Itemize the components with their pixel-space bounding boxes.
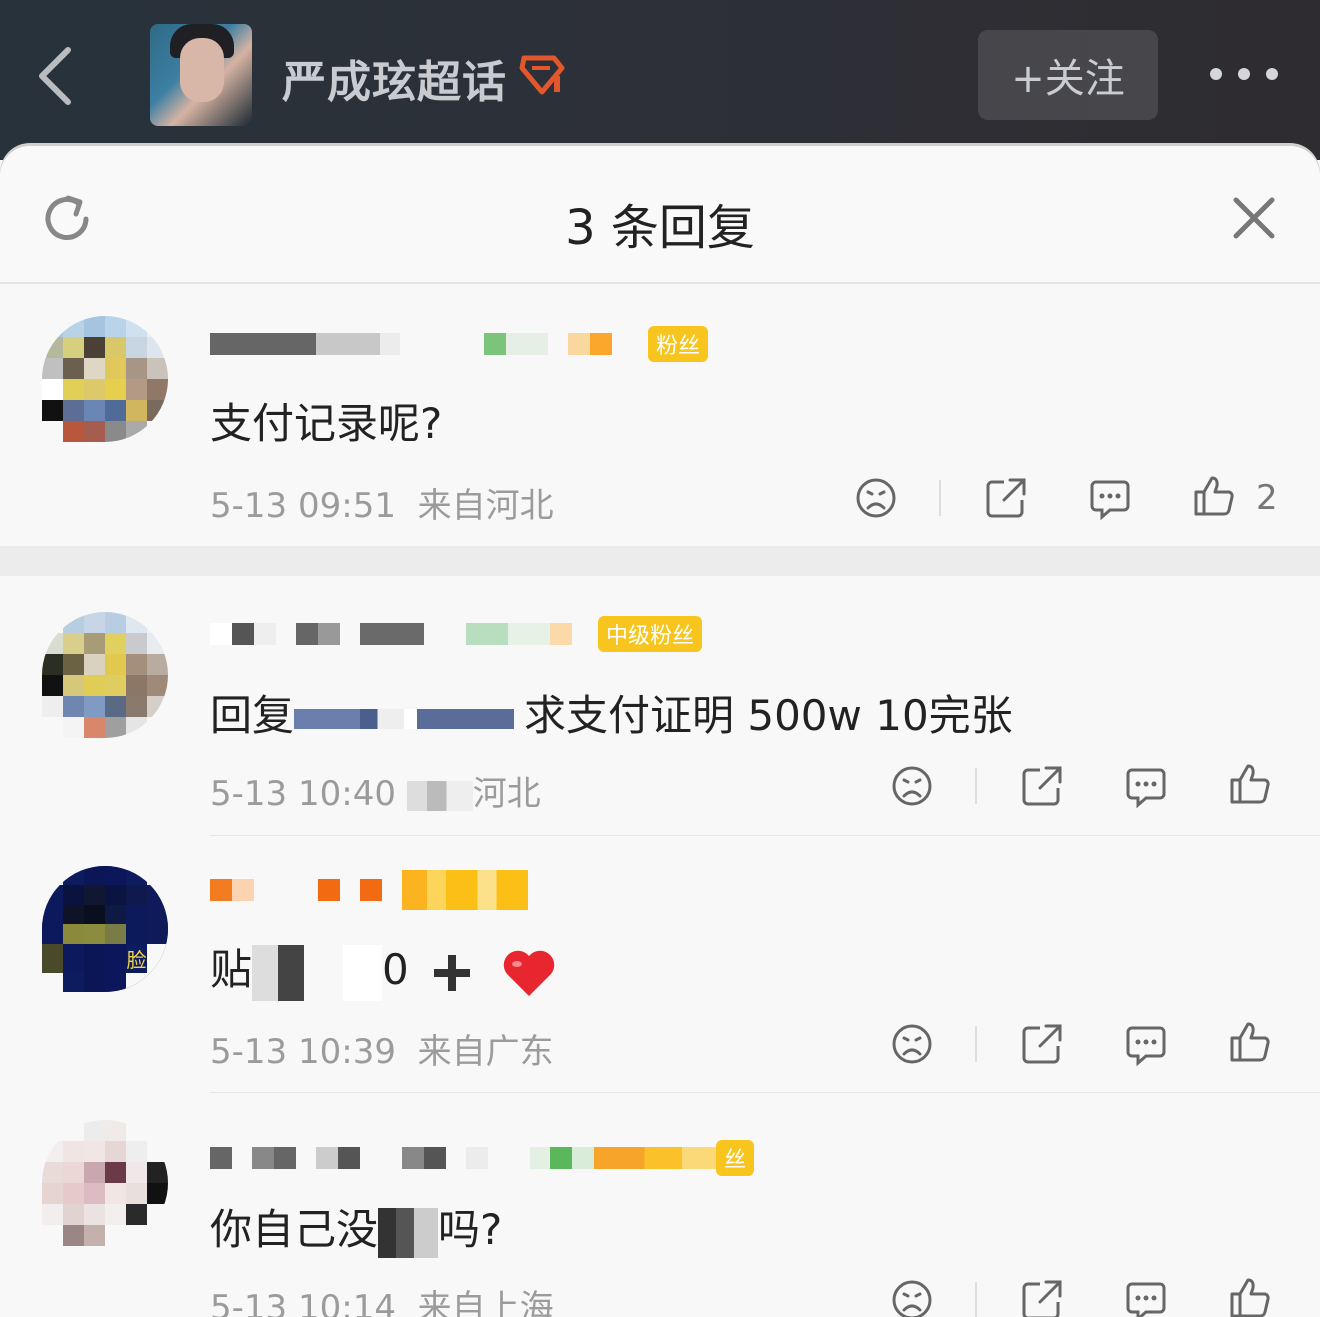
comment-item: 脸 贴0 5-13 10:39 来自广东 xyxy=(0,860,1320,1093)
like-icon[interactable] xyxy=(1228,1276,1272,1317)
comment-location: 来自河北 xyxy=(417,486,554,526)
comment-time: 5-13 10:14 xyxy=(210,1288,396,1317)
mention-redacted[interactable] xyxy=(294,708,515,729)
share-icon[interactable] xyxy=(984,476,1028,520)
reply-icon[interactable] xyxy=(1124,1278,1168,1317)
dislike-icon[interactable] xyxy=(854,476,898,520)
action-divider xyxy=(975,768,977,804)
sheet-header: 3 条回复 xyxy=(0,146,1320,284)
username-redacted[interactable] xyxy=(210,324,612,364)
comment-time: 5-13 10:39 xyxy=(210,1032,396,1072)
dislike-icon[interactable] xyxy=(890,1278,934,1317)
dislike-icon[interactable] xyxy=(890,764,934,808)
comment-text: 贴0 xyxy=(210,936,557,1001)
username-redacted[interactable] xyxy=(210,1138,720,1178)
comment-time: 5-13 10:40 xyxy=(210,774,396,814)
section-divider xyxy=(0,546,1320,576)
more-icon[interactable] xyxy=(1206,62,1282,86)
avatar[interactable] xyxy=(42,1120,168,1246)
action-divider xyxy=(939,480,941,516)
reply-icon[interactable] xyxy=(1088,476,1132,520)
comment-text-part: 0 xyxy=(382,945,409,994)
avatar[interactable] xyxy=(42,612,168,738)
avatar[interactable]: 脸 xyxy=(42,866,168,992)
reply-body: 求支付证明 500w 10完张 xyxy=(524,691,1013,740)
avatar[interactable] xyxy=(42,316,168,442)
comment-item: 丝 你自己没 吗? 5-13 10:14 来自上海 xyxy=(0,1112,1320,1317)
like-count: 2 xyxy=(1256,478,1278,518)
comment-location: 河北 xyxy=(472,774,541,814)
action-divider xyxy=(975,1282,977,1317)
comment-text-part: 你自己没 xyxy=(210,1205,379,1254)
share-icon[interactable] xyxy=(1020,1022,1064,1066)
row-separator xyxy=(210,1092,1320,1093)
text-redacted xyxy=(378,1207,439,1258)
dislike-icon[interactable] xyxy=(890,1022,934,1066)
back-icon[interactable] xyxy=(34,44,94,108)
row-separator xyxy=(210,835,1320,836)
share-icon[interactable] xyxy=(1020,764,1064,808)
comment-text-part: 吗? xyxy=(438,1205,503,1254)
comment-item: 粉丝 支付记录呢? 5-13 09:51 来自河北 2 xyxy=(0,300,1320,546)
action-divider xyxy=(975,1026,977,1062)
replies-sheet: 3 条回复 粉丝 支付记录呢? 5-13 09:51 来自河北 2 中级粉丝 回… xyxy=(0,146,1320,1317)
comment-text: 你自己没 吗? xyxy=(210,1196,502,1258)
username-redacted[interactable] xyxy=(210,870,528,910)
like-icon[interactable] xyxy=(1228,762,1272,806)
follow-button[interactable]: +关注 xyxy=(978,30,1158,120)
comment-meta: 5-13 10:39 来自广东 xyxy=(210,1024,554,1073)
comment-meta: 5-13 10:40 河北 xyxy=(210,766,541,815)
fan-level-badge[interactable]: 粉丝 xyxy=(648,326,709,362)
close-icon[interactable] xyxy=(1230,194,1278,242)
comment-item: 中级粉丝 回复 求支付证明 500w 10完张 5-13 10:40 河北 xyxy=(0,600,1320,836)
comment-time: 5-13 09:51 xyxy=(210,486,396,526)
fan-level-badge[interactable]: 丝 xyxy=(716,1140,755,1176)
reply-icon[interactable] xyxy=(1124,764,1168,808)
like-icon[interactable] xyxy=(1192,474,1236,518)
username-redacted[interactable] xyxy=(210,614,572,654)
sheet-title: 3 条回复 xyxy=(565,200,755,256)
fan-level-badge[interactable]: 中级粉丝 xyxy=(598,616,703,652)
comment-text: 支付记录呢? xyxy=(210,399,443,448)
comment-location: 来自广东 xyxy=(417,1032,554,1072)
like-icon[interactable] xyxy=(1228,1020,1272,1064)
top-bar: 严成玹超话 +关注 xyxy=(0,0,1320,160)
comment-meta: 5-13 10:14 来自上海 xyxy=(210,1280,554,1317)
comment-location: 来自上海 xyxy=(417,1288,554,1317)
comment-text: 回复 求支付证明 500w 10完张 xyxy=(210,682,1013,743)
super-topic-badge-icon xyxy=(519,55,565,95)
reply-icon[interactable] xyxy=(1124,1022,1168,1066)
topic-avatar[interactable] xyxy=(150,24,252,126)
topic-title[interactable]: 严成玹超话 xyxy=(282,46,507,110)
comment-text-part: 贴 xyxy=(210,945,253,994)
avatar-label: 脸 xyxy=(126,943,147,973)
plus-icon xyxy=(434,954,471,991)
location-redacted xyxy=(406,780,473,811)
reply-prefix: 回复 xyxy=(210,691,295,740)
share-icon[interactable] xyxy=(1020,1278,1064,1317)
text-redacted xyxy=(252,944,383,1001)
comment-meta: 5-13 09:51 来自河北 xyxy=(210,478,554,527)
heart-icon xyxy=(504,950,555,996)
